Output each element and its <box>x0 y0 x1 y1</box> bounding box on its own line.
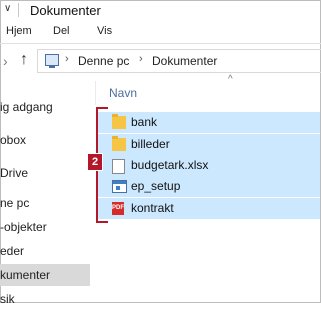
navigation-bar: › ↑ › Denne pc › Dokumenter <box>0 44 321 78</box>
file-row[interactable]: billeder <box>98 134 320 155</box>
tab-del[interactable]: Del <box>53 25 70 37</box>
column-separator <box>95 81 96 105</box>
breadcrumb-denne-pc[interactable]: Denne pc <box>78 54 129 68</box>
file-row[interactable]: ep_setup <box>98 176 320 197</box>
document-icon <box>112 159 125 174</box>
file-name: bank <box>131 115 158 129</box>
nav-item-documents[interactable]: kumenter <box>0 264 90 286</box>
nav-item-pictures[interactable]: eder <box>0 240 90 262</box>
tab-hjem[interactable]: Hjem <box>6 25 32 37</box>
file-name: budgetark.xlsx <box>131 158 209 172</box>
title-separator <box>18 3 19 17</box>
navigation-pane: ig adgang obox Drive ne pc -objekter ede… <box>0 78 92 306</box>
forward-button[interactable]: › <box>3 53 8 69</box>
nav-item-this-pc[interactable]: ne pc <box>0 192 90 214</box>
nav-item-music[interactable]: sik <box>0 288 90 310</box>
computer-icon <box>45 54 59 68</box>
file-name: billeder <box>131 137 170 151</box>
callout-number-badge: 2 <box>87 153 103 171</box>
folder-icon <box>112 136 126 151</box>
title-bar: ∨ Dokumenter <box>0 0 321 21</box>
nav-item-onedrive[interactable]: Drive <box>0 162 90 184</box>
nav-item-quick-access[interactable]: ig adgang <box>0 96 90 118</box>
breadcrumb-arrow-icon[interactable]: › <box>65 53 69 65</box>
file-row[interactable]: bank <box>98 112 320 133</box>
quick-access-dropdown[interactable]: ∨ <box>4 3 11 14</box>
ribbon-tabs: Hjem Del Vis <box>0 21 321 43</box>
setup-app-icon <box>112 180 127 193</box>
nav-item-dropbox[interactable]: obox <box>0 129 90 151</box>
folder-icon <box>112 114 126 129</box>
file-name: kontrakt <box>131 201 174 215</box>
breadcrumb-dokumenter[interactable]: Dokumenter <box>152 54 217 68</box>
up-button[interactable]: ↑ <box>20 51 28 69</box>
sort-caret-icon[interactable]: ^ <box>228 74 233 85</box>
column-header-name[interactable]: Navn <box>109 86 137 100</box>
file-row[interactable]: PDF kontrakt <box>98 198 320 219</box>
breadcrumb-arrow-icon[interactable]: › <box>139 53 143 65</box>
address-bar[interactable]: › Denne pc › Dokumenter <box>37 49 321 73</box>
file-row[interactable]: budgetark.xlsx <box>98 155 320 176</box>
file-name: ep_setup <box>131 179 181 193</box>
pdf-icon: PDF <box>112 202 124 215</box>
window-title: Dokumenter <box>30 3 101 18</box>
tab-vis[interactable]: Vis <box>97 25 112 37</box>
nav-item-3d-objects[interactable]: -objekter <box>0 216 90 238</box>
